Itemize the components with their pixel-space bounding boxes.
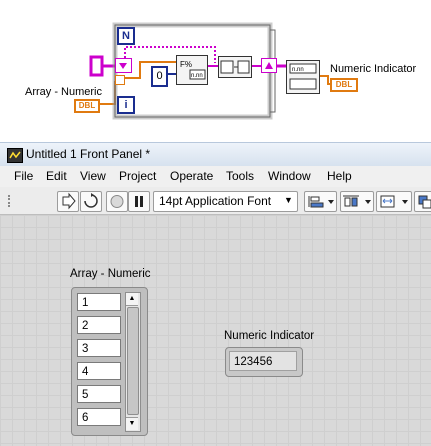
menu-operate[interactable]: Operate [170, 169, 213, 183]
array-scrollbar[interactable]: ▲ ▼ [125, 292, 141, 432]
distribute-objects-button[interactable] [340, 191, 374, 212]
menu-view[interactable]: View [80, 169, 106, 183]
array-element[interactable]: 2 [77, 316, 121, 334]
array-element[interactable]: 3 [77, 339, 121, 357]
scroll-up-arrow-icon[interactable]: ▲ [126, 293, 138, 306]
shift-register-left-icon[interactable] [115, 58, 132, 73]
concatenate-string-node-icon[interactable] [218, 56, 252, 78]
indicator-label: Numeric Indicator [224, 330, 315, 342]
font-selector-label: 14pt Application Font [159, 194, 272, 208]
scan-from-string-node-icon[interactable]: n.nn [286, 60, 320, 94]
numeric-indicator-value: 123456 [229, 351, 297, 371]
array-terminal[interactable]: DBL [74, 99, 100, 113]
font-selector[interactable]: 14pt Application Font ▼ [153, 191, 298, 212]
labview-front-panel-icon [7, 148, 23, 163]
array-control-label: Array - Numeric [70, 268, 151, 280]
svg-text:F%: F% [180, 60, 192, 69]
run-continuously-button[interactable] [80, 191, 102, 212]
format-string-node-icon[interactable]: F% n.nn [176, 55, 208, 85]
front-panel [0, 215, 431, 446]
menu-file[interactable]: File [14, 169, 33, 183]
align-objects-button[interactable] [304, 191, 337, 212]
array-element[interactable]: 1 [77, 293, 121, 311]
window-title-bar: Untitled 1 Front Panel * [0, 142, 431, 167]
toolbar: 14pt Application Font ▼ [0, 187, 431, 215]
tunnel-icon[interactable] [115, 75, 125, 85]
window-title: Untitled 1 Front Panel * [26, 147, 151, 161]
menu-help[interactable]: Help [327, 169, 352, 183]
indicator-terminal-label: Numeric Indicator [330, 63, 417, 75]
abort-button[interactable] [106, 191, 128, 212]
resize-objects-button[interactable] [376, 191, 412, 212]
svg-text:n.nn: n.nn [292, 67, 304, 73]
reorder-button[interactable] [414, 191, 431, 212]
array-element[interactable]: 4 [77, 362, 121, 380]
menu-window[interactable]: Window [268, 169, 311, 183]
run-button[interactable] [57, 191, 79, 212]
shift-register-right-icon[interactable] [261, 58, 277, 73]
toolbar-grip [8, 195, 12, 207]
scrollbar-thumb[interactable] [127, 307, 139, 415]
array-element[interactable]: 5 [77, 385, 121, 403]
scroll-down-arrow-icon[interactable]: ▼ [126, 417, 138, 430]
menu-bar: File Edit View Project Operate Tools Win… [0, 166, 431, 188]
loop-count-terminal[interactable]: N [117, 27, 135, 45]
pause-button[interactable] [128, 191, 150, 212]
array-element[interactable]: 6 [77, 408, 121, 426]
chevron-down-icon: ▼ [284, 195, 293, 205]
menu-project[interactable]: Project [119, 169, 156, 183]
menu-tools[interactable]: Tools [226, 169, 254, 183]
menu-edit[interactable]: Edit [46, 169, 67, 183]
numeric-constant[interactable]: 0 [151, 66, 168, 87]
block-diagram: N i 0 F% n.nn n.nn Numeric Indicator DBL … [0, 0, 431, 135]
loop-iteration-terminal[interactable]: i [117, 96, 135, 114]
indicator-terminal[interactable]: DBL [330, 78, 358, 92]
array-terminal-label: Array - Numeric [25, 86, 103, 98]
svg-text:n.nn: n.nn [191, 73, 203, 79]
